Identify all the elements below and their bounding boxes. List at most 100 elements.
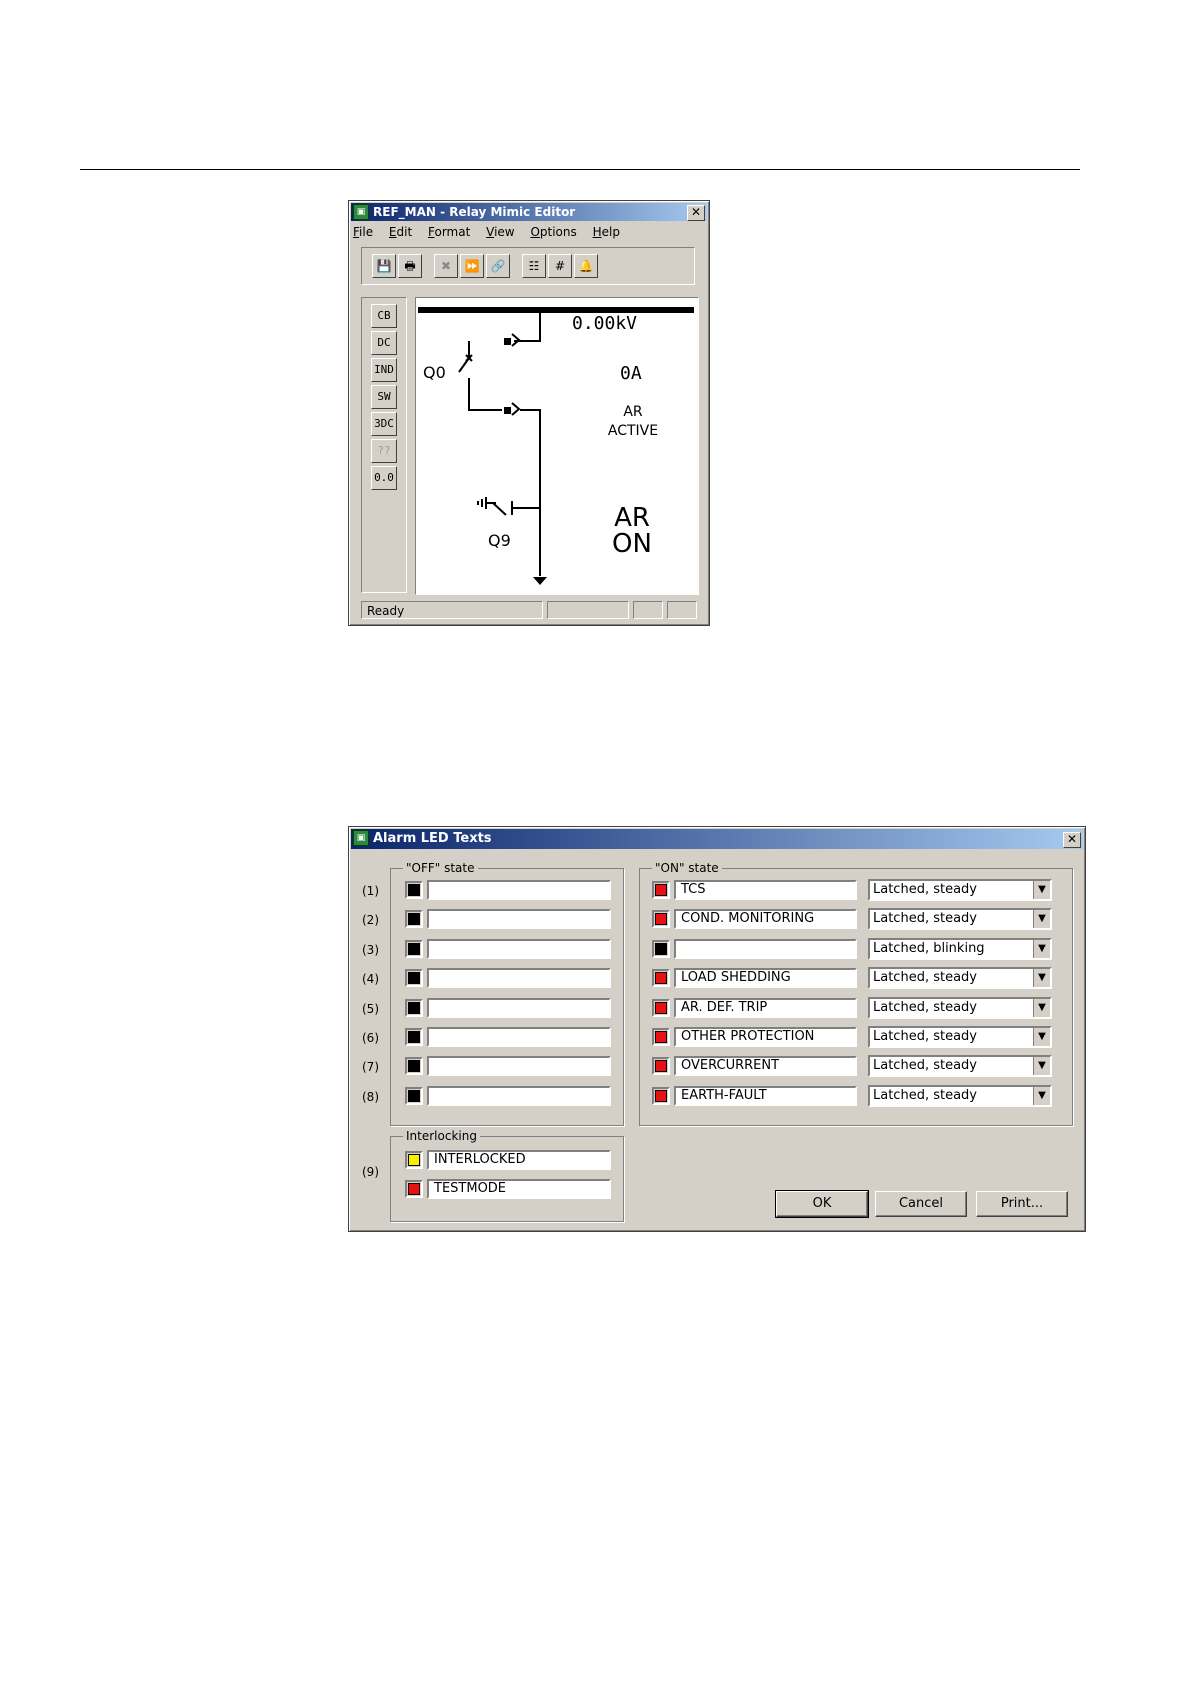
on-text-field[interactable]: TCS [674, 880, 857, 900]
off-text-field[interactable] [427, 909, 611, 929]
toolbar: 💾 🖶 ✖ ⏩ 🔗 ☷ # 🔔 [361, 247, 695, 285]
palette-dc-button[interactable]: DC [371, 331, 397, 355]
on-led-color-button[interactable] [652, 881, 670, 899]
on-led-color-button[interactable] [652, 910, 670, 928]
menu-format[interactable]: Format [428, 223, 470, 241]
off-led-color-button[interactable] [405, 1087, 423, 1105]
on-text-field[interactable]: LOAD SHEDDING [674, 968, 857, 988]
off-led-color-button[interactable] [405, 1028, 423, 1046]
led-swatch [408, 1031, 420, 1043]
dropdown-arrow-icon[interactable]: ▼ [1033, 910, 1050, 928]
on-led-color-button[interactable] [652, 969, 670, 987]
led-mode-select[interactable]: Latched, steady ▼ [868, 1055, 1052, 1077]
palette-3dc-button[interactable]: 3DC [371, 412, 397, 436]
on-text-field[interactable] [674, 939, 857, 959]
dropdown-arrow-icon[interactable]: ▼ [1033, 969, 1050, 987]
on-text-field[interactable]: OVERCURRENT [674, 1056, 857, 1076]
menu-file[interactable]: File [353, 223, 373, 241]
off-led-color-button[interactable] [405, 999, 423, 1017]
grid-icon[interactable]: # [548, 254, 572, 278]
close-button[interactable]: ✕ [687, 205, 705, 221]
led-mode-value: Latched, steady [873, 970, 977, 985]
on-text-field[interactable]: COND. MONITORING [674, 909, 857, 929]
menu-view[interactable]: View [486, 223, 514, 241]
on-text-field[interactable]: AR. DEF. TRIP [674, 998, 857, 1018]
on-led-color-button[interactable] [652, 1087, 670, 1105]
earth-switch-q9-blade [492, 502, 507, 516]
off-text-field[interactable] [427, 939, 611, 959]
off-led-color-button[interactable] [405, 881, 423, 899]
interlock-led-color-button[interactable] [405, 1180, 423, 1198]
window-title: REF_MAN - Relay Mimic Editor [373, 205, 576, 219]
on-text-field[interactable]: OTHER PROTECTION [674, 1027, 857, 1047]
dropdown-arrow-icon[interactable]: ▼ [1033, 999, 1050, 1017]
menu-edit[interactable]: Edit [389, 223, 412, 241]
alarm-led-texts-dialog: ▣ Alarm LED Texts ✕ "OFF" state "ON" sta… [348, 826, 1086, 1232]
on-led-color-button[interactable] [652, 1028, 670, 1046]
palette-ind-button[interactable]: IND [371, 358, 397, 382]
save-icon[interactable]: 💾 [372, 254, 396, 278]
led-mode-value: Latched, steady [873, 911, 977, 926]
palette-sw-button[interactable]: SW [371, 385, 397, 409]
interlock-led-color-button[interactable] [405, 1151, 423, 1169]
palette-unknown-button[interactable]: ?? [371, 439, 397, 463]
interlock-text-field[interactable]: INTERLOCKED [427, 1150, 611, 1170]
interlock-text-field[interactable]: TESTMODE [427, 1179, 611, 1199]
led-swatch [408, 1002, 420, 1014]
link-icon[interactable]: 🔗 [486, 254, 510, 278]
led-mode-select[interactable]: Latched, steady ▼ [868, 997, 1052, 1019]
off-text-field[interactable] [427, 968, 611, 988]
dropdown-arrow-icon[interactable]: ▼ [1033, 1087, 1050, 1105]
led-mode-select[interactable]: Latched, blinking ▼ [868, 938, 1052, 960]
led-mode-value: Latched, steady [873, 1000, 977, 1015]
on-led-color-button[interactable] [652, 1057, 670, 1075]
led-mode-select[interactable]: Latched, steady ▼ [868, 908, 1052, 930]
dropdown-arrow-icon[interactable]: ▼ [1033, 1028, 1050, 1046]
row-number: (7) [362, 1060, 379, 1074]
led-mode-select[interactable]: Latched, steady ▼ [868, 1026, 1052, 1048]
on-text-field[interactable]: EARTH-FAULT [674, 1086, 857, 1106]
off-text-field[interactable] [427, 1056, 611, 1076]
led-mode-select[interactable]: Latched, steady ▼ [868, 879, 1052, 901]
led-mode-value: Latched, steady [873, 882, 977, 897]
led-mode-value: Latched, blinking [873, 941, 985, 956]
print-icon[interactable]: 🖶 [398, 254, 422, 278]
on-led-color-button[interactable] [652, 999, 670, 1017]
off-text-field[interactable] [427, 1086, 611, 1106]
off-led-color-button[interactable] [405, 940, 423, 958]
off-text-field[interactable] [427, 1027, 611, 1047]
mimic-canvas[interactable]: 0.00kV Q0 0A AR ACTIVE Q9 AR ON [415, 297, 699, 595]
led-mode-select[interactable]: Latched, steady ▼ [868, 967, 1052, 989]
alarm-titlebar[interactable]: ▣ Alarm LED Texts ✕ [351, 829, 1083, 849]
palette-cb-button[interactable]: CB [371, 304, 397, 328]
row-number: (6) [362, 1031, 379, 1045]
row-number: (3) [362, 943, 379, 957]
led-mode-select[interactable]: Latched, steady ▼ [868, 1085, 1052, 1107]
forward-icon[interactable]: ⏩ [460, 254, 484, 278]
ok-button[interactable]: OK [775, 1190, 869, 1218]
dropdown-arrow-icon[interactable]: ▼ [1033, 940, 1050, 958]
alarm-icon[interactable]: 🔔 [574, 254, 598, 278]
status-text: Ready [361, 601, 543, 619]
menu-help[interactable]: Help [593, 223, 620, 241]
cancel-button[interactable]: Cancel [875, 1191, 967, 1217]
palette-measurement-button[interactable]: 0.0 [371, 466, 397, 490]
ar-status-line2: ACTIVE [608, 423, 658, 439]
off-led-color-button[interactable] [405, 969, 423, 987]
tools-icon[interactable]: ✖ [434, 254, 458, 278]
dropdown-arrow-icon[interactable]: ▼ [1033, 1057, 1050, 1075]
dropdown-arrow-icon[interactable]: ▼ [1033, 881, 1050, 899]
relay-mimic-editor-window: ▣ REF_MAN - Relay Mimic Editor ✕ File Ed… [348, 200, 710, 626]
mimic-titlebar[interactable]: ▣ REF_MAN - Relay Mimic Editor ✕ [351, 203, 707, 221]
off-text-field[interactable] [427, 880, 611, 900]
off-led-color-button[interactable] [405, 910, 423, 928]
on-led-color-button[interactable] [652, 940, 670, 958]
object-palette: CB DC IND SW 3DC ?? 0.0 [361, 297, 407, 593]
menu-options[interactable]: Options [530, 223, 576, 241]
table-icon[interactable]: ☷ [522, 254, 546, 278]
off-text-field[interactable] [427, 998, 611, 1018]
print-button[interactable]: Print... [976, 1191, 1068, 1217]
close-button[interactable]: ✕ [1063, 832, 1081, 848]
lower-terminal [504, 407, 511, 414]
off-led-color-button[interactable] [405, 1057, 423, 1075]
